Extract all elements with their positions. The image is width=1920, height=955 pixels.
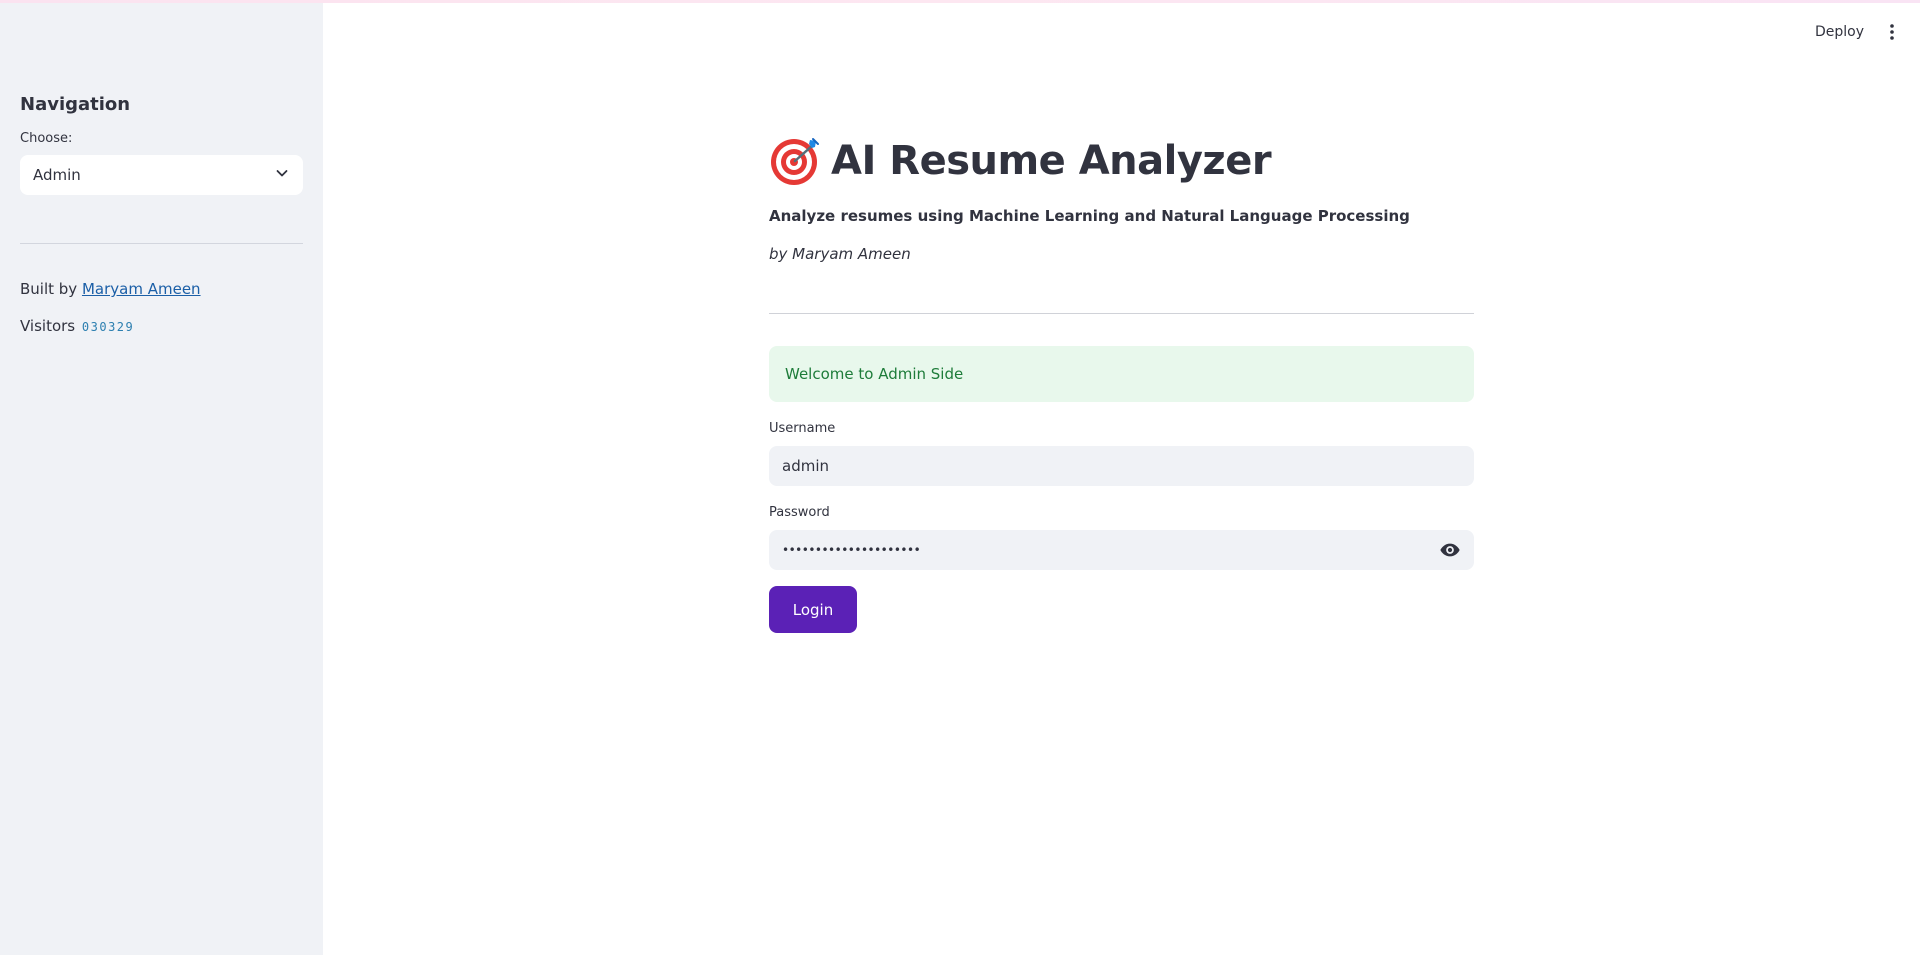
header-decoration bbox=[0, 0, 1920, 3]
sidebar-heading: Navigation bbox=[20, 94, 131, 115]
navigation-select[interactable]: Admin bbox=[20, 155, 303, 195]
username-value: admin bbox=[782, 457, 829, 475]
success-alert: Welcome to Admin Side bbox=[769, 346, 1474, 402]
page-title: AI Resume Analyzer bbox=[831, 138, 1272, 184]
toolbar: Deploy bbox=[1815, 22, 1902, 42]
target-icon bbox=[769, 135, 821, 187]
author-byline: by Maryam Ameen bbox=[769, 245, 911, 263]
built-by-prefix: Built by bbox=[20, 280, 78, 298]
author-link[interactable]: Maryam Ameen bbox=[82, 280, 201, 298]
visitors-label: Visitors bbox=[20, 317, 76, 335]
kebab-menu-icon[interactable] bbox=[1882, 22, 1902, 42]
login-button[interactable]: Login bbox=[769, 586, 857, 633]
page-title-row: AI Resume Analyzer bbox=[769, 135, 1474, 187]
app: Navigation Choose: Admin Built by Maryam… bbox=[0, 0, 1920, 955]
content-divider bbox=[769, 313, 1474, 314]
eye-icon[interactable] bbox=[1439, 539, 1461, 561]
visitors: Visitors 030329 bbox=[20, 317, 303, 335]
navigation-select-value: Admin bbox=[33, 166, 81, 184]
password-field[interactable]: ••••••••••••••••••••• bbox=[769, 530, 1474, 570]
page-subtitle: Analyze resumes using Machine Learning a… bbox=[769, 207, 1410, 225]
main-content: Deploy AI Resume Analyzer Analyze resume… bbox=[323, 0, 1920, 955]
visitors-counter: 030329 bbox=[81, 320, 135, 334]
deploy-button[interactable]: Deploy bbox=[1815, 24, 1864, 40]
username-field[interactable]: admin bbox=[769, 446, 1474, 486]
sidebar-divider bbox=[20, 243, 303, 244]
sidebar: Navigation Choose: Admin Built by Maryam… bbox=[0, 0, 323, 955]
chevron-down-icon bbox=[274, 165, 290, 185]
admin-panel: AI Resume Analyzer Analyze resumes using… bbox=[769, 135, 1474, 633]
password-label: Password bbox=[769, 505, 830, 520]
choose-label: Choose: bbox=[20, 131, 73, 146]
built-by: Built by Maryam Ameen bbox=[20, 280, 303, 298]
success-alert-text: Welcome to Admin Side bbox=[785, 365, 964, 383]
password-value: ••••••••••••••••••••• bbox=[782, 543, 921, 557]
username-label: Username bbox=[769, 421, 836, 436]
